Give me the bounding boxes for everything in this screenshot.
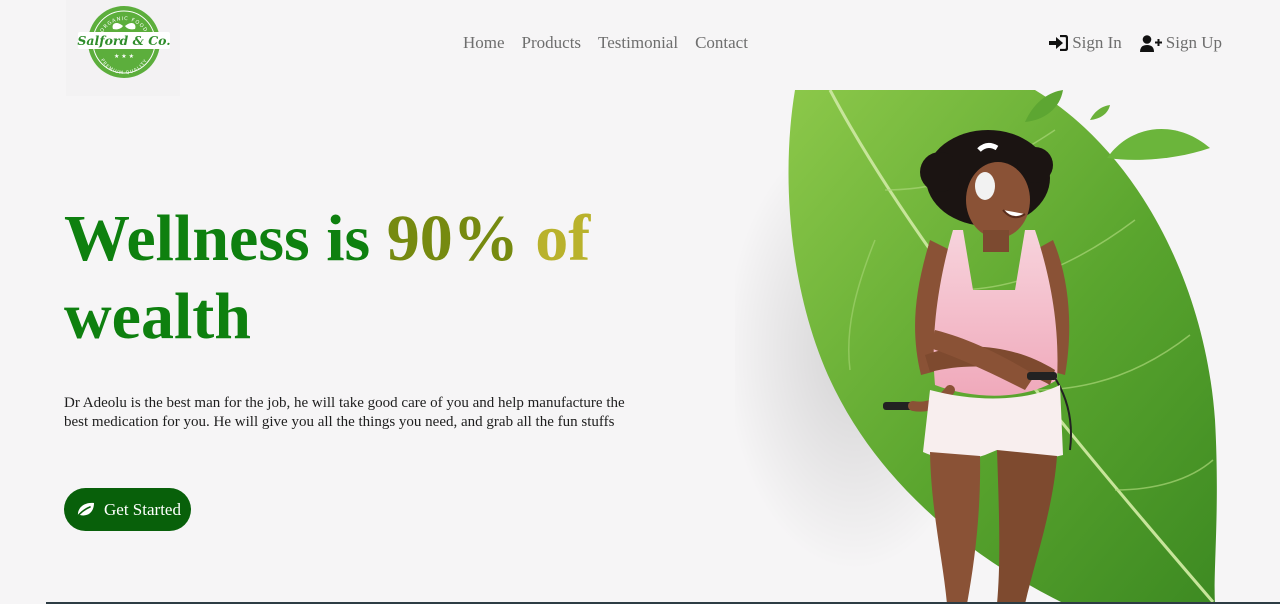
logo-container[interactable]: ORGANIC FOOD PREMIUM QUALITY Salford & C…	[66, 0, 180, 96]
sign-up-label: Sign Up	[1165, 33, 1222, 52]
nav-contact-link[interactable]: Contact	[695, 32, 748, 54]
main-nav: Home Products Testimonial Contact	[463, 32, 748, 54]
nav-testimonial-link[interactable]: Testimonial	[598, 32, 678, 54]
small-leaf-2	[1090, 105, 1110, 120]
get-started-label: Get Started	[104, 499, 181, 519]
small-leaf-3	[1107, 128, 1210, 160]
sign-in-icon	[1049, 35, 1069, 51]
get-started-button[interactable]: Get Started	[64, 488, 191, 531]
hero-title-part1: Wellness is	[64, 202, 371, 275]
nav-products-link[interactable]: Products	[522, 32, 582, 54]
hero-title-part2: 90%	[386, 202, 519, 275]
hero-description: Dr Adeolu is the best man for the job, h…	[64, 395, 625, 430]
brand-logo: ORGANIC FOOD PREMIUM QUALITY Salford & C…	[77, 6, 171, 78]
sign-up-link[interactable]: Sign Up	[1139, 32, 1222, 54]
leaf-icon	[76, 502, 95, 518]
brand-name: Salford & Co.	[77, 33, 170, 48]
user-plus-icon	[1139, 34, 1162, 52]
brand-stars: ★ ★ ★	[114, 53, 134, 60]
hero-title-part4: wealth	[64, 280, 251, 353]
hero-title: Wellness is 90% of wealth	[64, 200, 684, 356]
auth-links: Sign In Sign Up	[1049, 32, 1222, 54]
nav-home-link[interactable]: Home	[463, 32, 505, 54]
hero-image	[735, 90, 1217, 604]
hero-title-part3: of	[535, 202, 591, 275]
sign-in-link[interactable]: Sign In	[1049, 32, 1122, 54]
sign-in-label: Sign In	[1072, 33, 1122, 52]
